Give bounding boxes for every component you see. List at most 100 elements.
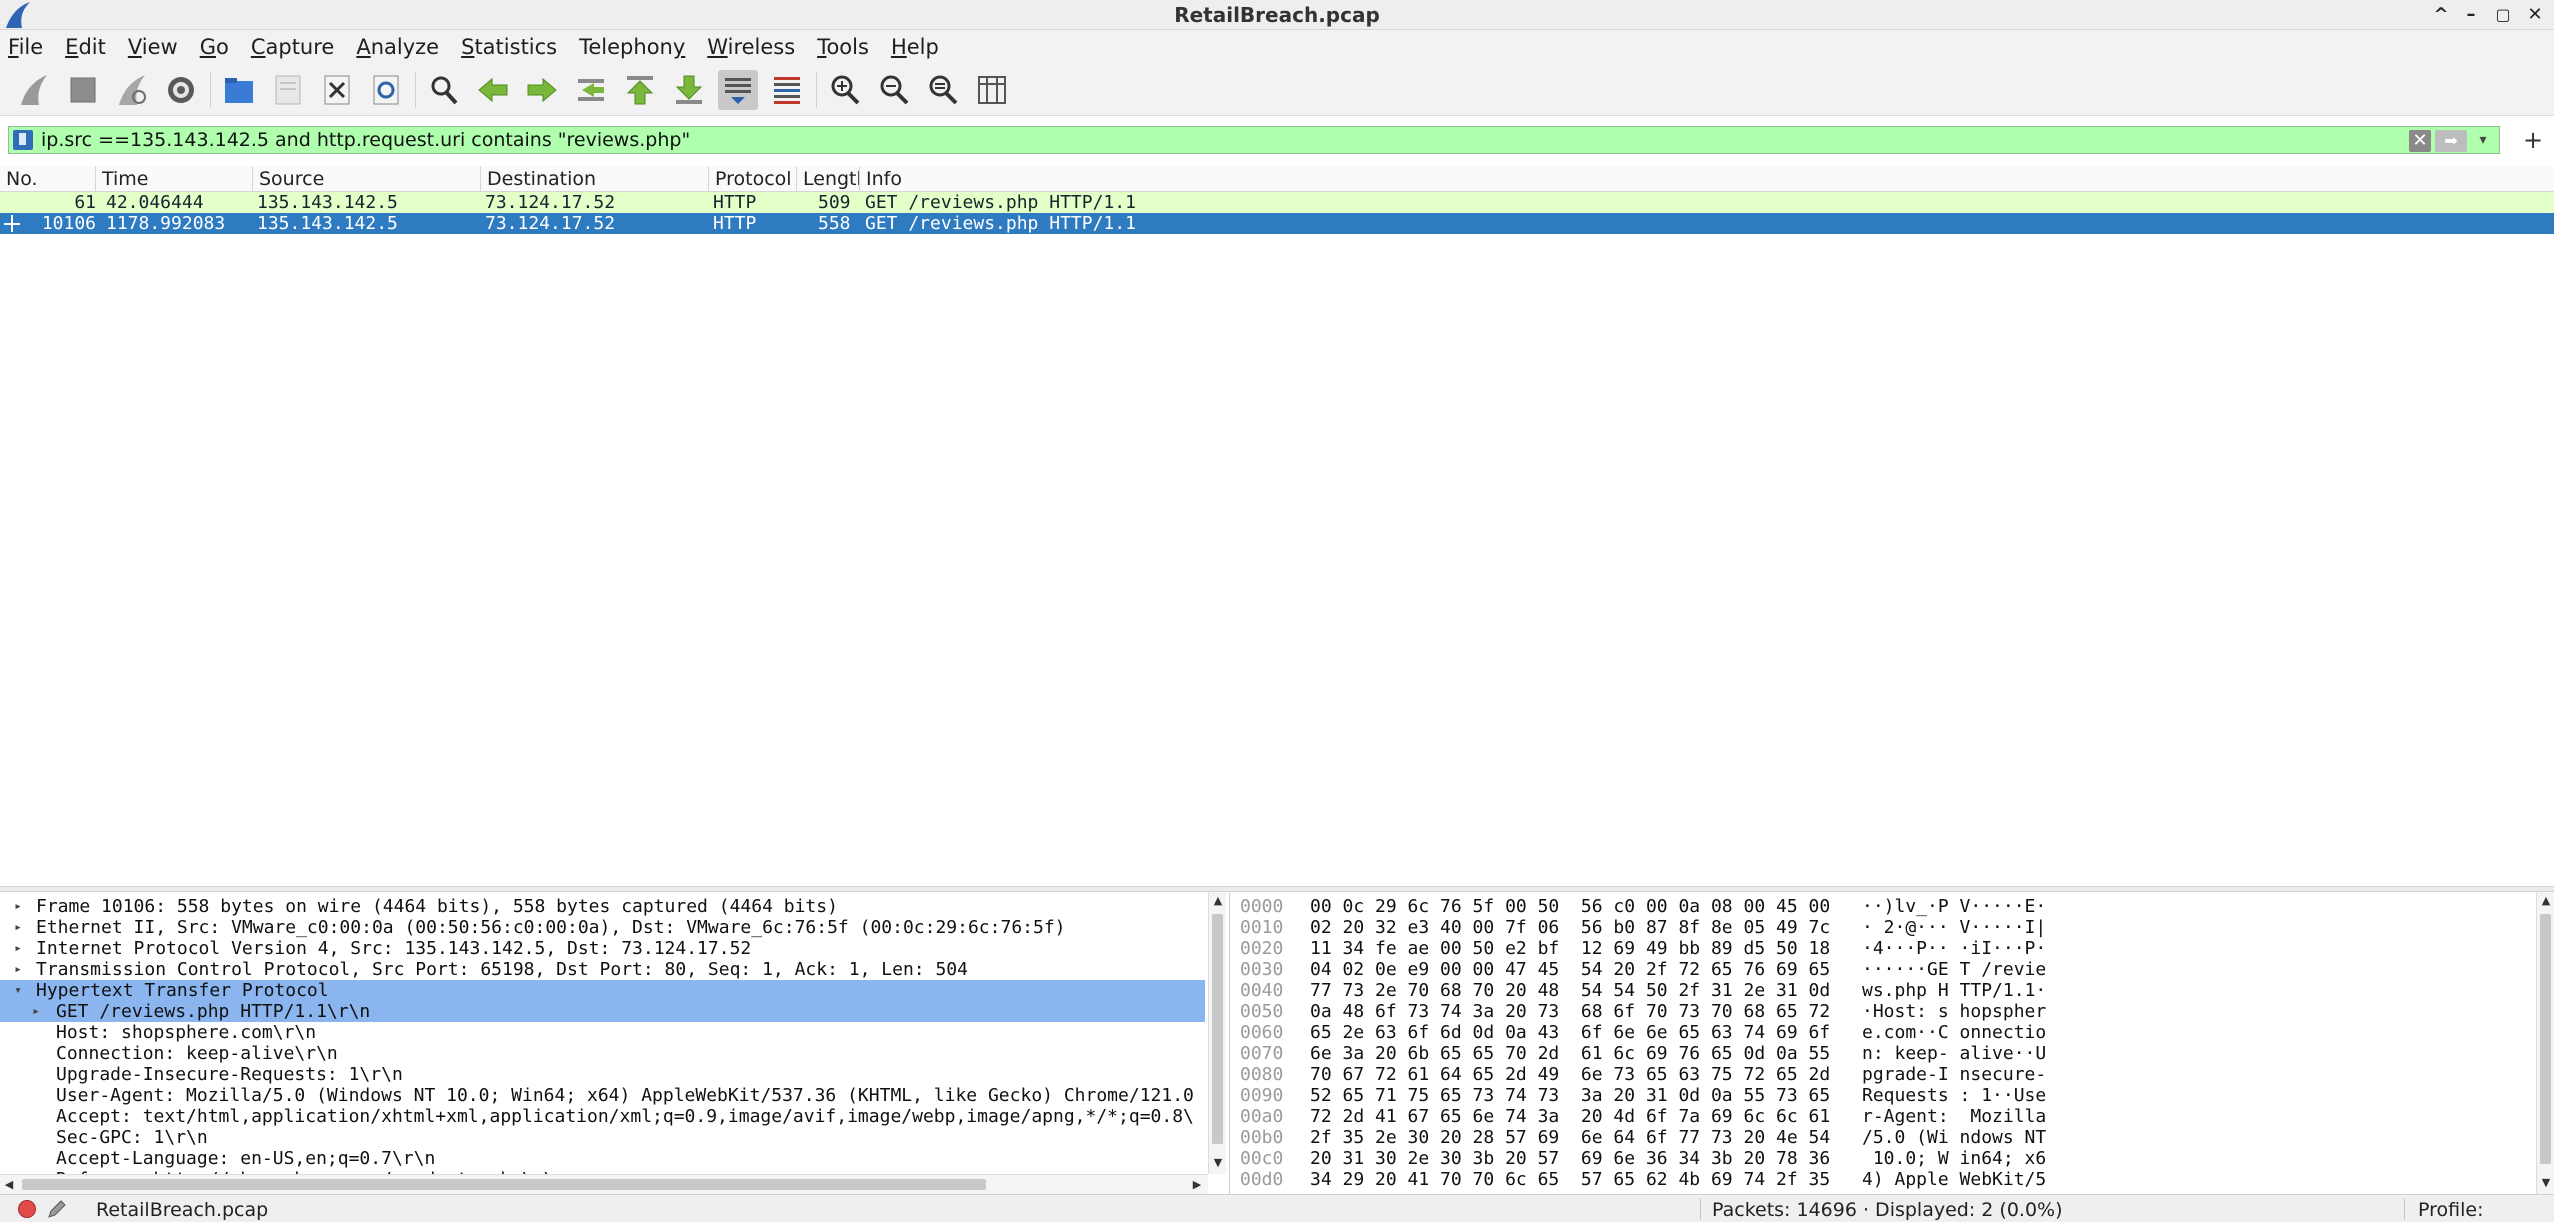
close-file-icon[interactable]	[317, 70, 357, 110]
detail-tree-item[interactable]: Host: shopsphere.com\r\n	[0, 1022, 1205, 1043]
window-minimize-button[interactable]: –	[2458, 2, 2484, 28]
resize-columns-icon[interactable]	[972, 70, 1012, 110]
ascii-bytes[interactable]: /5.0 (Wi ndows NT	[1862, 1127, 2046, 1148]
expand-arrow-icon[interactable]: ▸	[28, 1001, 44, 1022]
collapse-arrow-icon[interactable]: ▾	[10, 980, 26, 1001]
expert-info-icon[interactable]	[18, 1200, 36, 1218]
hex-bytes[interactable]: 00 0c 29 6c 76 5f 00 50 56 c0 00 0a 08 0…	[1310, 896, 1830, 917]
column-header-protocol[interactable]: Protocol	[709, 166, 797, 192]
go-first-icon[interactable]	[620, 70, 660, 110]
details-horizontal-scrollbar[interactable]: ◀ ▶	[0, 1174, 1208, 1194]
ascii-bytes[interactable]: ws.php H TTP/1.1·	[1862, 980, 2046, 1001]
ascii-bytes[interactable]: ······GE T /revie	[1862, 959, 2046, 980]
detail-tree-item[interactable]: User-Agent: Mozilla/5.0 (Windows NT 10.0…	[0, 1085, 1205, 1106]
save-file-icon[interactable]	[268, 70, 308, 110]
hex-dump-row[interactable]: 0030 04 02 0e e9 00 00 47 45 54 20 2f 72 …	[1236, 959, 2536, 980]
ascii-bytes[interactable]: ··)lv_·P V·····E·	[1862, 896, 2046, 917]
restart-capture-icon[interactable]	[112, 70, 152, 110]
detail-tree-item[interactable]: ▾ Hypertext Transfer Protocol	[0, 980, 1205, 1001]
scroll-thumb[interactable]	[1212, 914, 1223, 1144]
window-restore-button[interactable]: ▢	[2490, 2, 2516, 28]
expand-arrow-icon[interactable]: ▸	[10, 917, 26, 938]
display-filter-input[interactable]: ip.src ==135.143.142.5 and http.request.…	[8, 126, 2500, 154]
column-header-time[interactable]: Time	[96, 166, 253, 192]
filter-history-dropdown-icon[interactable]: ▾	[2473, 128, 2493, 152]
menu-tools[interactable]: Tools	[817, 35, 869, 59]
detail-tree-item[interactable]: ▸ Transmission Control Protocol, Src Port…	[0, 959, 1205, 980]
stop-capture-icon[interactable]	[63, 70, 103, 110]
packet-row-selected[interactable]: 10106 1178.992083 135.143.142.5 73.124.1…	[0, 213, 2554, 234]
capture-comment-icon[interactable]	[46, 1198, 68, 1220]
scroll-up-icon[interactable]: ▲	[1209, 892, 1227, 910]
hex-bytes[interactable]: 52 65 71 75 65 73 74 73 3a 20 31 0d 0a 5…	[1310, 1085, 1830, 1106]
hex-dump-row[interactable]: 0070 6e 3a 20 6b 65 65 70 2d 61 6c 69 76 …	[1236, 1043, 2536, 1064]
apply-filter-icon[interactable]: ➡	[2435, 130, 2467, 152]
detail-tree-item[interactable]: ▸ Ethernet II, Src: VMware_c0:00:0a (00:5…	[0, 917, 1205, 938]
hex-bytes[interactable]: 02 20 32 e3 40 00 7f 06 56 b0 87 8f 8e 0…	[1310, 917, 1830, 938]
hex-dump-row[interactable]: 00c0 20 31 30 2e 30 3b 20 57 69 6e 36 34 …	[1236, 1148, 2536, 1169]
scroll-up-icon[interactable]: ▲	[2537, 892, 2554, 910]
hex-dump-row[interactable]: 0000 00 0c 29 6c 76 5f 00 50 56 c0 00 0a …	[1236, 896, 2536, 917]
hex-bytes[interactable]: 34 29 20 41 70 70 6c 65 57 65 62 4b 69 7…	[1310, 1169, 1830, 1190]
hex-bytes[interactable]: 04 02 0e e9 00 00 47 45 54 20 2f 72 65 7…	[1310, 959, 1830, 980]
autoscroll-icon[interactable]	[718, 69, 758, 110]
hex-bytes[interactable]: 20 31 30 2e 30 3b 20 57 69 6e 36 34 3b 2…	[1310, 1148, 1830, 1169]
ascii-bytes[interactable]: n: keep- alive··U	[1862, 1043, 2046, 1064]
detail-tree-item[interactable]: Accept-Language: en-US,en;q=0.7\r\n	[0, 1148, 1205, 1169]
detail-tree-item[interactable]: Accept: text/html,application/xhtml+xml,…	[0, 1106, 1205, 1127]
ascii-bytes[interactable]: ·Host: s hopspher	[1862, 1001, 2046, 1022]
column-header-source[interactable]: Source	[253, 166, 481, 192]
scroll-thumb[interactable]	[2540, 914, 2551, 1164]
detail-tree-item[interactable]: Sec-GPC: 1\r\n	[0, 1127, 1205, 1148]
zoom-out-icon[interactable]	[874, 70, 914, 110]
hex-dump-row[interactable]: 0090 52 65 71 75 65 73 74 73 3a 20 31 0d …	[1236, 1085, 2536, 1106]
hex-bytes[interactable]: 6e 3a 20 6b 65 65 70 2d 61 6c 69 76 65 0…	[1310, 1043, 1830, 1064]
go-last-icon[interactable]	[669, 70, 709, 110]
window-maximize-button[interactable]: ^	[2428, 2, 2454, 28]
colorize-icon[interactable]	[767, 70, 807, 110]
hex-bytes[interactable]: 65 2e 63 6f 6d 0d 0a 43 6f 6e 6e 65 63 7…	[1310, 1022, 1830, 1043]
menu-edit[interactable]: Edit	[65, 35, 106, 59]
hex-bytes[interactable]: 77 73 2e 70 68 70 20 48 54 54 50 2f 31 2…	[1310, 980, 1830, 1001]
capture-options-icon[interactable]	[161, 70, 201, 110]
hex-bytes[interactable]: 11 34 fe ae 00 50 e2 bf 12 69 49 bb 89 d…	[1310, 938, 1830, 959]
column-header-length[interactable]: Length	[797, 166, 860, 192]
hex-dump-row[interactable]: 0020 11 34 fe ae 00 50 e2 bf 12 69 49 bb …	[1236, 938, 2536, 959]
column-header-info[interactable]: Info	[860, 166, 2554, 192]
hex-bytes[interactable]: 72 2d 41 67 65 6e 74 3a 20 4d 6f 7a 69 6…	[1310, 1106, 1830, 1127]
ascii-bytes[interactable]: · 2·@··· V·····I|	[1862, 917, 2046, 938]
packet-row[interactable]: 61 42.046444 135.143.142.5 73.124.17.52 …	[0, 192, 2554, 213]
display-filter-text[interactable]: ip.src ==135.143.142.5 and http.request.…	[41, 129, 690, 151]
bytes-vertical-scrollbar[interactable]: ▲ ▼	[2536, 892, 2554, 1194]
hex-dump-row[interactable]: 00b0 2f 35 2e 30 20 28 57 69 6e 64 6f 77 …	[1236, 1127, 2536, 1148]
hex-dump-row[interactable]: 00d0 34 29 20 41 70 70 6c 65 57 65 62 4b …	[1236, 1169, 2536, 1190]
zoom-normal-icon[interactable]	[923, 70, 963, 110]
hex-dump-row[interactable]: 0050 0a 48 6f 73 74 3a 20 73 68 6f 70 73 …	[1236, 1001, 2536, 1022]
menu-statistics[interactable]: Statistics	[461, 35, 557, 59]
menu-file[interactable]: File	[8, 35, 43, 59]
hex-bytes[interactable]: 70 67 72 61 64 65 2d 49 6e 73 65 63 75 7…	[1310, 1064, 1830, 1085]
detail-tree-item[interactable]: ▸ GET /reviews.php HTTP/1.1\r\n	[0, 1001, 1205, 1022]
scroll-down-icon[interactable]: ▼	[1209, 1154, 1227, 1172]
hex-dump-row[interactable]: 00a0 72 2d 41 67 65 6e 74 3a 20 4d 6f 7a …	[1236, 1106, 2536, 1127]
start-capture-icon[interactable]	[14, 70, 54, 110]
hex-bytes[interactable]: 2f 35 2e 30 20 28 57 69 6e 64 6f 77 73 2…	[1310, 1127, 1830, 1148]
find-packet-icon[interactable]	[424, 70, 464, 110]
expand-arrow-icon[interactable]: ▸	[10, 938, 26, 959]
ascii-bytes[interactable]: e.com··C onnectio	[1862, 1022, 2046, 1043]
hex-dump-row[interactable]: 0080 70 67 72 61 64 65 2d 49 6e 73 65 63 …	[1236, 1064, 2536, 1085]
ascii-bytes[interactable]: pgrade-I nsecure-	[1862, 1064, 2046, 1085]
hex-dump-row[interactable]: 0010 02 20 32 e3 40 00 7f 06 56 b0 87 8f …	[1236, 917, 2536, 938]
menu-telephony[interactable]: Telephony	[579, 35, 685, 59]
menu-help[interactable]: Help	[891, 35, 939, 59]
go-forward-icon[interactable]	[522, 70, 562, 110]
detail-tree-item[interactable]: ▸ Internet Protocol Version 4, Src: 135.1…	[0, 938, 1205, 959]
ascii-bytes[interactable]: ·4···P·· ·iI···P·	[1862, 938, 2046, 959]
hex-bytes[interactable]: 0a 48 6f 73 74 3a 20 73 68 6f 70 73 70 6…	[1310, 1001, 1830, 1022]
zoom-in-icon[interactable]	[825, 70, 865, 110]
go-back-icon[interactable]	[473, 70, 513, 110]
ascii-bytes[interactable]: 4) Apple WebKit/5	[1862, 1169, 2046, 1190]
open-file-icon[interactable]	[219, 70, 259, 110]
menu-analyze[interactable]: Analyze	[356, 35, 439, 59]
detail-tree-item[interactable]: ▸ Frame 10106: 558 bytes on wire (4464 bi…	[0, 896, 1205, 917]
